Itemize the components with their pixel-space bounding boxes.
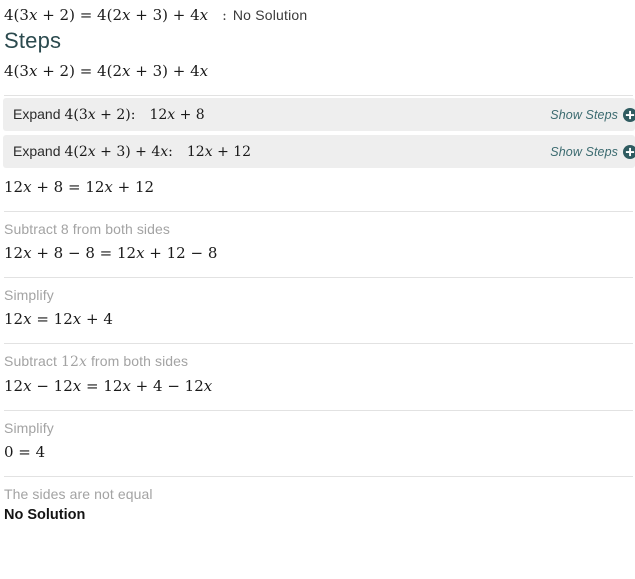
step-equation-row: 12x + 8 − 8 = 12x + 12 − 8 (0, 238, 635, 269)
step-label-text-prefix: Subtract (4, 353, 61, 369)
expand-step-box[interactable]: Expand 4(3x + 2): 12x + 8 Show Steps (3, 98, 635, 131)
expand-step-box[interactable]: Expand 4(2x + 3) + 4x: 12x + 12 Show Ste… (3, 135, 635, 168)
math-solver-steps-panel: 4(3x + 2) = 4(2x + 3) + 4x : No Solution… (0, 0, 635, 579)
step-equation: 12x − 12x = 12x + 4 − 12x (4, 377, 213, 395)
expand-step-content: Expand 4(3x + 2): 12x + 8 (13, 106, 205, 123)
show-steps-label: Show Steps (550, 107, 618, 122)
step-equation-row: 12x = 12x + 4 (0, 304, 635, 335)
step-equation: 12x + 8 − 8 = 12x + 12 − 8 (4, 244, 218, 262)
step-equation-row: 12x + 8 = 12x + 12 (0, 172, 635, 203)
step-equation: 12x + 8 = 12x + 12 (4, 178, 155, 196)
show-steps-button[interactable]: Show Steps (550, 108, 635, 122)
step-equation: 0 = 4 (4, 443, 46, 461)
conclusion-label: The sides are not equal (0, 479, 635, 503)
conclusion-text: The sides are not equal (4, 486, 153, 502)
plus-circle-icon[interactable] (623, 107, 635, 122)
final-answer: No Solution (4, 507, 86, 523)
problem-separator: : (222, 8, 227, 24)
show-steps-button[interactable]: Show Steps (550, 145, 635, 159)
step-label: Subtract 12x from both sides (0, 346, 635, 371)
divider (4, 95, 633, 96)
step-label-text: Subtract 8 from both sides (4, 221, 171, 237)
show-steps-label: Show Steps (550, 144, 618, 159)
problem-answer: No Solution (232, 7, 308, 23)
step-label: Simplify (0, 413, 635, 437)
step-equation: 12x = 12x + 4 (4, 310, 113, 328)
steps-heading: Steps (4, 28, 62, 53)
expand-label: Expand (13, 106, 61, 122)
step-label-math: 12x (60, 354, 87, 370)
plus-circle-icon[interactable] (623, 144, 635, 159)
step-label-text-suffix: from both sides (86, 353, 189, 369)
expand-result: 12x + 12 (186, 144, 252, 160)
step-label-text: Simplify (4, 420, 54, 436)
divider (4, 277, 633, 278)
divider (4, 343, 633, 344)
divider (4, 410, 633, 411)
step-label: Simplify (0, 280, 635, 304)
step-equation-row: 0 = 4 (0, 437, 635, 468)
problem-header-row: 4(3x + 2) = 4(2x + 3) + 4x : No Solution (0, 0, 635, 24)
divider (4, 476, 633, 477)
initial-equation-row: 4(3x + 2) = 4(2x + 3) + 4x (0, 56, 635, 87)
initial-equation: 4(3x + 2) = 4(2x + 3) + 4x (4, 62, 209, 80)
step-label-text: Simplify (4, 287, 54, 303)
expand-expression: 4(3x + 2): (64, 107, 136, 123)
expand-result: 12x + 8 (149, 107, 205, 123)
step-label: Subtract 8 from both sides (0, 214, 635, 238)
step-equation-row: 12x − 12x = 12x + 4 − 12x (0, 371, 635, 402)
problem-equation: 4(3x + 2) = 4(2x + 3) + 4x (4, 6, 209, 24)
divider (4, 211, 633, 212)
expand-label: Expand (13, 143, 61, 159)
expand-step-content: Expand 4(2x + 3) + 4x: 12x + 12 (13, 143, 251, 160)
expand-expression: 4(2x + 3) + 4x: (64, 144, 173, 160)
